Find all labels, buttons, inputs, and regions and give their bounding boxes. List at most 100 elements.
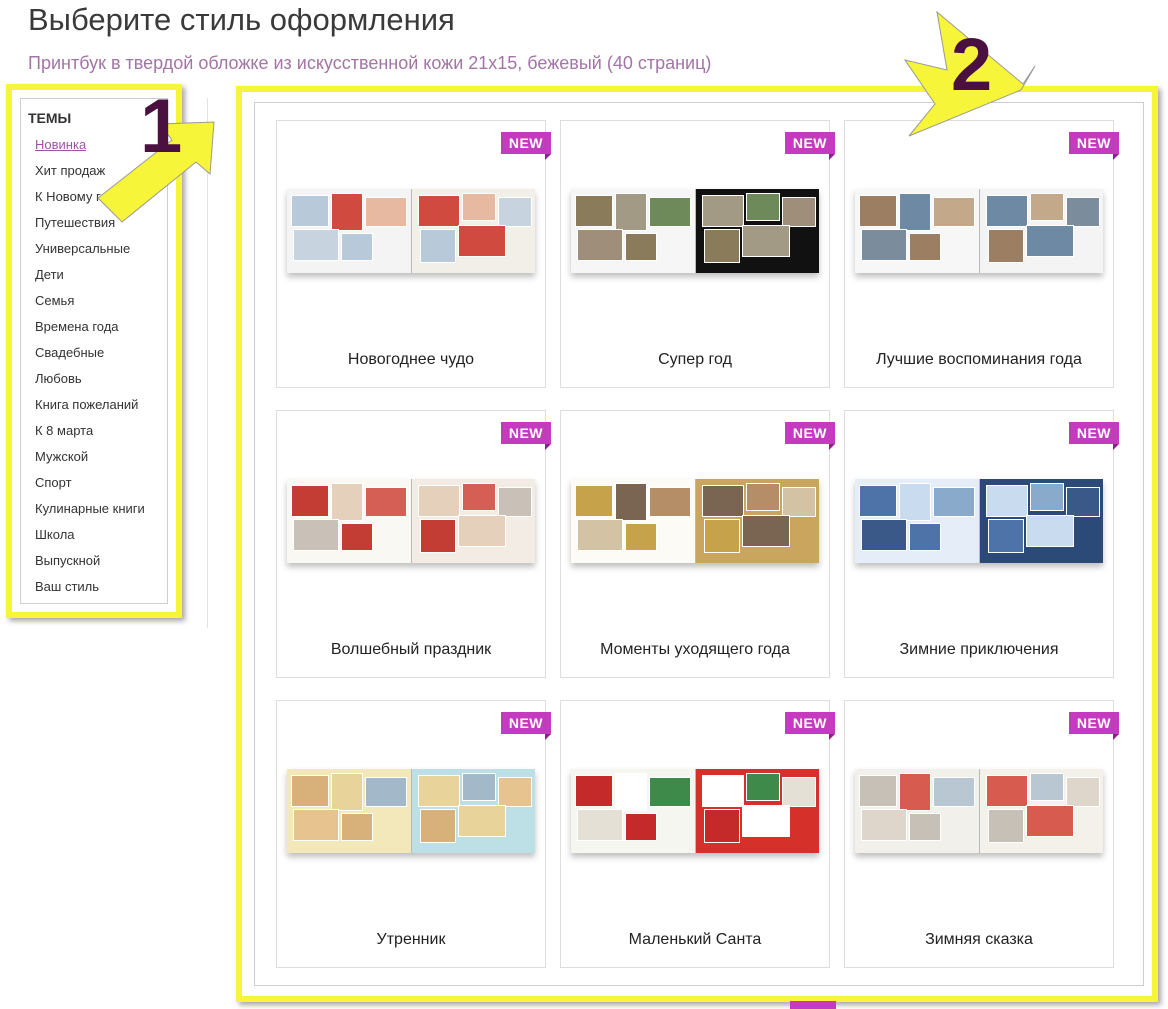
sidebar-item-8[interactable]: Времена года — [35, 318, 145, 344]
design-card[interactable]: NEW Маленький Санта — [560, 700, 836, 968]
preview-photo — [741, 515, 790, 547]
preview-photo — [1065, 197, 1100, 227]
design-preview-spread[interactable] — [571, 769, 819, 853]
design-card-title[interactable]: Утренник — [277, 931, 545, 949]
preview-photo — [987, 809, 1024, 843]
sidebar-item-16[interactable]: Школа — [35, 526, 145, 552]
preview-photo — [703, 519, 740, 553]
sidebar-item-15[interactable]: Кулинарные книги — [35, 500, 145, 526]
preview-photo — [899, 193, 931, 231]
design-card-title[interactable]: Зимние приключения — [845, 641, 1113, 659]
preview-photo — [1065, 487, 1100, 517]
design-preview-spread[interactable] — [571, 479, 819, 563]
design-card-title[interactable]: Волшебный праздник — [277, 641, 545, 659]
preview-photo — [293, 519, 339, 551]
preview-photo — [987, 229, 1024, 263]
preview-photo — [987, 519, 1024, 553]
design-preview-spread[interactable] — [571, 189, 819, 273]
preview-photo — [461, 193, 496, 221]
sidebar-item-18[interactable]: Ваш стиль — [35, 578, 145, 604]
preview-photo — [615, 483, 647, 521]
sidebar-heading: ТЕМЫ — [28, 110, 72, 126]
preview-photo — [745, 193, 780, 221]
design-preview-spread[interactable] — [855, 769, 1103, 853]
preview-photo — [417, 485, 460, 517]
preview-photo — [497, 487, 532, 517]
preview-photo — [615, 193, 647, 231]
preview-photo — [741, 805, 790, 837]
preview-photo — [933, 197, 975, 227]
preview-photo — [649, 197, 691, 227]
preview-photo — [781, 197, 816, 227]
preview-photo — [1065, 777, 1100, 807]
sidebar-item-10[interactable]: Любовь — [35, 370, 145, 396]
preview-photo — [649, 487, 691, 517]
design-preview-spread[interactable] — [855, 479, 1103, 563]
preview-photo — [331, 193, 363, 231]
design-preview-spread[interactable] — [855, 189, 1103, 273]
preview-photo — [577, 229, 623, 261]
design-card[interactable]: NEW Утренник — [276, 700, 552, 968]
preview-photo — [341, 233, 373, 261]
new-badge: NEW — [1068, 132, 1120, 160]
design-preview-spread[interactable] — [287, 479, 535, 563]
preview-photo — [861, 809, 907, 841]
design-card[interactable]: NEW Зимние приключения — [844, 410, 1120, 678]
preview-photo — [701, 195, 744, 227]
preview-photo — [985, 485, 1028, 517]
preview-photo — [331, 773, 363, 811]
design-card-title[interactable]: Маленький Санта — [561, 931, 829, 949]
design-card[interactable]: NEW Моменты уходящего года — [560, 410, 836, 678]
sidebar-item-17[interactable]: Выпускной — [35, 552, 145, 578]
preview-photo — [985, 195, 1028, 227]
preview-photo — [457, 225, 506, 257]
preview-page-right — [979, 189, 1103, 273]
callout-number-1: 1 — [140, 84, 182, 169]
design-preview-spread[interactable] — [287, 189, 535, 273]
design-card-title[interactable]: Супер год — [561, 351, 829, 369]
preview-photo — [781, 777, 816, 807]
preview-photo — [419, 229, 456, 263]
preview-page-left — [571, 189, 696, 273]
preview-photo — [909, 523, 941, 551]
preview-photo — [497, 777, 532, 807]
page: Выберите стиль оформления Принтбук в тве… — [0, 0, 1168, 1009]
preview-photo — [859, 775, 897, 807]
preview-photo — [291, 775, 329, 807]
preview-page-left — [855, 769, 980, 853]
preview-photo — [625, 233, 657, 261]
preview-photo — [933, 777, 975, 807]
preview-photo — [1025, 515, 1074, 547]
preview-photo — [745, 483, 780, 511]
preview-photo — [1029, 773, 1064, 801]
design-card[interactable]: NEW Новогоднее чудо — [276, 120, 552, 388]
preview-photo — [625, 523, 657, 551]
design-card[interactable]: NEW Волшебный праздник — [276, 410, 552, 678]
preview-photo — [417, 195, 460, 227]
preview-photo — [703, 229, 740, 263]
preview-page-left — [287, 479, 412, 563]
preview-photo — [985, 775, 1028, 807]
sidebar-item-12[interactable]: К 8 марта — [35, 422, 145, 448]
sidebar-item-14[interactable]: Спорт — [35, 474, 145, 500]
preview-photo — [781, 487, 816, 517]
preview-photo — [461, 483, 496, 511]
design-card-title[interactable]: Лучшие воспоминания года — [845, 351, 1113, 369]
new-badge: NEW — [500, 132, 552, 160]
preview-photo — [365, 197, 407, 227]
design-card[interactable]: NEW Зимняя сказка — [844, 700, 1120, 968]
preview-photo — [933, 487, 975, 517]
sidebar-item-11[interactable]: Книга пожеланий — [35, 396, 145, 422]
design-card-title[interactable]: Моменты уходящего года — [561, 641, 829, 659]
preview-photo — [291, 485, 329, 517]
design-card-title[interactable]: Новогоднее чудо — [277, 351, 545, 369]
sidebar-item-9[interactable]: Свадебные — [35, 344, 145, 370]
sidebar-item-13[interactable]: Мужской — [35, 448, 145, 474]
design-card-title[interactable]: Зимняя сказка — [845, 931, 1113, 949]
preview-page-left — [855, 479, 980, 563]
design-card[interactable]: NEW Супер год — [560, 120, 836, 388]
preview-photo — [417, 775, 460, 807]
page-title: Выберите стиль оформления — [28, 2, 455, 37]
preview-page-right — [695, 479, 819, 563]
design-preview-spread[interactable] — [287, 769, 535, 853]
